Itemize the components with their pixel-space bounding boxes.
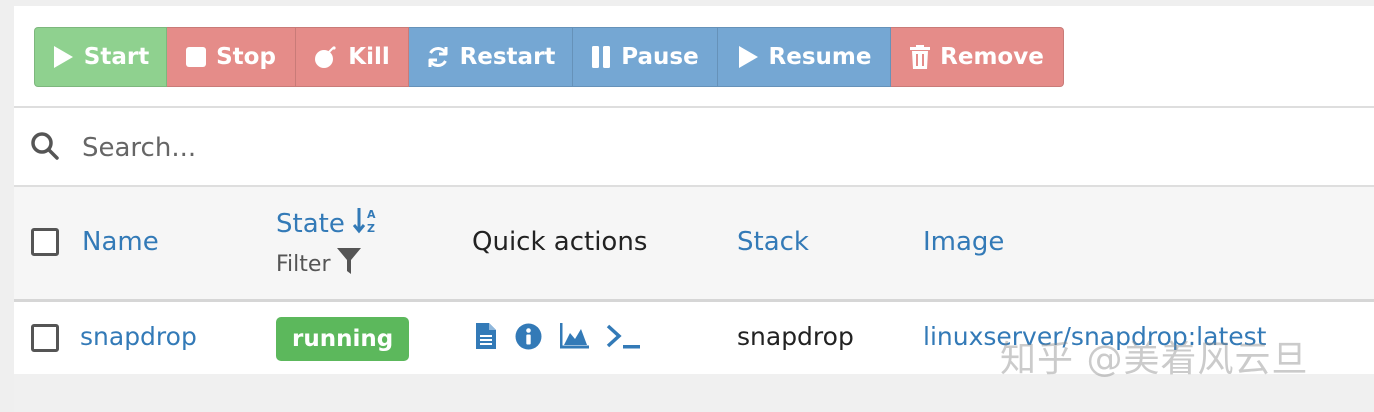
kill-label: Kill	[348, 44, 390, 70]
container-name-link[interactable]: snapdrop	[80, 322, 197, 351]
info-icon[interactable]	[515, 323, 542, 354]
resume-button[interactable]: Resume	[718, 27, 891, 87]
search-input[interactable]	[80, 127, 984, 169]
left-gutter	[0, 0, 14, 412]
state-header-label: State	[276, 208, 345, 239]
refresh-icon	[426, 45, 450, 69]
column-header-stack[interactable]: Stack	[737, 227, 809, 257]
column-header-name[interactable]: Name	[82, 227, 159, 257]
restart-label: Restart	[459, 44, 556, 70]
pause-label: Pause	[621, 44, 699, 70]
pause-button[interactable]: Pause	[573, 27, 718, 87]
watermark: 知乎 @美着风云旦	[1000, 339, 1309, 380]
state-filter-label: Filter	[276, 251, 331, 277]
resume-label: Resume	[768, 44, 872, 70]
divider	[14, 106, 1374, 108]
filter-icon	[336, 247, 362, 281]
table-header: Name State A Z Filter Quick actions Stac…	[14, 187, 1374, 299]
terminal-icon[interactable]	[606, 323, 642, 353]
trash-icon	[910, 45, 931, 69]
row-checkbox[interactable]	[31, 324, 59, 352]
column-header-quick-actions: Quick actions	[472, 227, 648, 257]
pause-icon	[591, 46, 611, 68]
restart-button[interactable]: Restart	[409, 27, 573, 87]
stop-label: Stop	[216, 44, 276, 70]
start-label: Start	[83, 44, 150, 70]
search-bar	[14, 109, 1374, 185]
bomb-icon	[314, 45, 338, 69]
state-filter[interactable]: Filter	[276, 247, 362, 281]
column-header-image[interactable]: Image	[923, 227, 1004, 257]
status-badge: running	[276, 317, 410, 361]
sort-icon: A Z	[352, 206, 379, 241]
chart-icon[interactable]	[559, 323, 590, 353]
column-header-state[interactable]: State A Z	[276, 206, 379, 241]
search-icon	[30, 131, 60, 165]
stop-icon	[186, 47, 207, 67]
stack-name: snapdrop	[737, 322, 854, 351]
remove-label: Remove	[940, 44, 1044, 70]
remove-button[interactable]: Remove	[891, 27, 1064, 87]
play-icon	[737, 45, 759, 69]
svg-text:Z: Z	[367, 222, 375, 234]
start-button[interactable]: Start	[34, 27, 167, 87]
play-icon	[52, 45, 74, 69]
kill-button[interactable]: Kill	[296, 27, 409, 87]
file-icon[interactable]	[476, 323, 496, 353]
select-all-checkbox[interactable]	[31, 228, 59, 256]
svg-text:A: A	[367, 208, 376, 221]
container-actions-toolbar: Start Stop Kill Restart Pause Resume Rem…	[34, 27, 1064, 87]
stop-button[interactable]: Stop	[167, 27, 296, 87]
